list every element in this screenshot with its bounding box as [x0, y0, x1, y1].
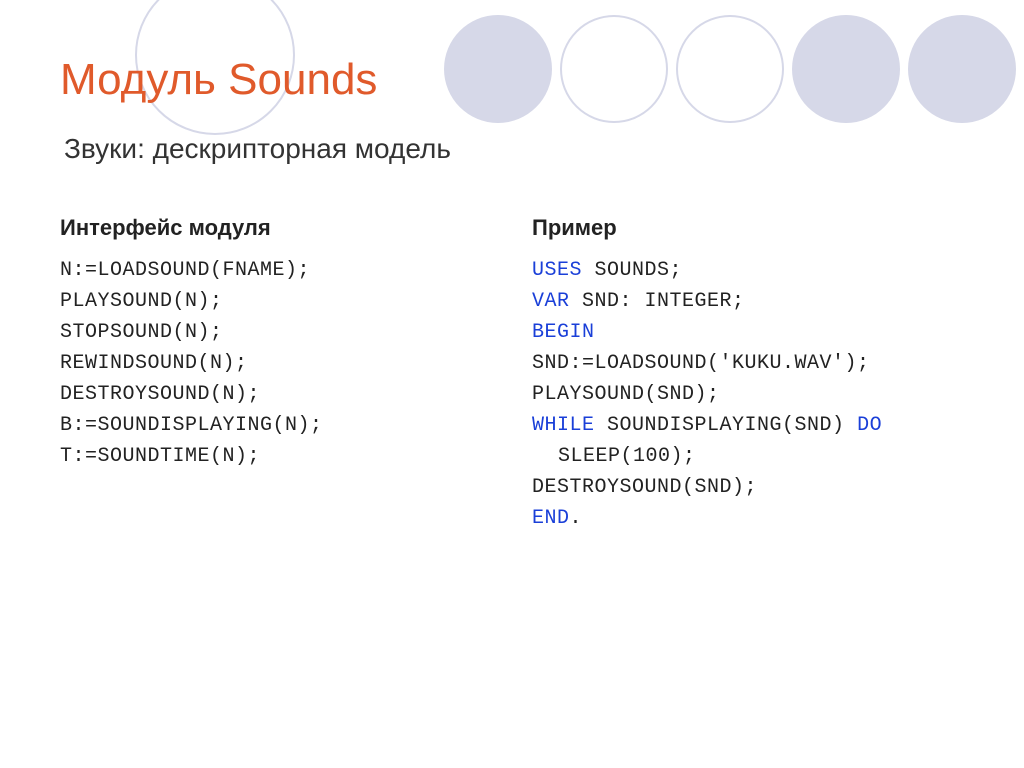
code-text: SOUNDS;	[582, 259, 682, 282]
code-line: B:=SOUNDISPLAYING(N);	[60, 410, 492, 441]
left-heading: Интерфейс модуля	[60, 215, 492, 241]
code-line: PLAYSOUND(SND);	[532, 379, 964, 410]
code-line: REWINDSOUND(N);	[60, 348, 492, 379]
code-line: BEGIN	[532, 317, 964, 348]
code-line: USES SOUNDS;	[532, 255, 964, 286]
keyword-do: DO	[857, 414, 882, 437]
slide-content: Модуль Sounds Звуки: дескрипторная модел…	[0, 0, 1024, 534]
code-line: END.	[532, 503, 964, 534]
code-text: SOUNDISPLAYING(SND)	[595, 414, 858, 437]
code-line: SLEEP(100);	[532, 441, 964, 472]
slide-subtitle: Звуки: дескрипторная модель	[64, 133, 964, 165]
code-line: WHILE SOUNDISPLAYING(SND) DO	[532, 410, 964, 441]
code-line: PLAYSOUND(N);	[60, 286, 492, 317]
example-code: USES SOUNDS; VAR SND: INTEGER; BEGIN SND…	[532, 255, 964, 534]
code-line: T:=SOUNDTIME(N);	[60, 441, 492, 472]
code-line: DESTROYSOUND(N);	[60, 379, 492, 410]
keyword-begin: BEGIN	[532, 321, 595, 344]
code-text: SND: INTEGER;	[570, 290, 745, 313]
code-line: SND:=LOADSOUND('KUKU.WAV');	[532, 348, 964, 379]
code-line: VAR SND: INTEGER;	[532, 286, 964, 317]
code-line: DESTROYSOUND(SND);	[532, 472, 964, 503]
keyword-uses: USES	[532, 259, 582, 282]
code-text: .	[570, 507, 583, 530]
code-line: STOPSOUND(N);	[60, 317, 492, 348]
code-line: N:=LOADSOUND(FNAME);	[60, 255, 492, 286]
right-column: Пример USES SOUNDS; VAR SND: INTEGER; BE…	[532, 215, 964, 534]
slide-title: Модуль Sounds	[60, 55, 964, 105]
keyword-var: VAR	[532, 290, 570, 313]
keyword-end: END	[532, 507, 570, 530]
columns: Интерфейс модуля N:=LOADSOUND(FNAME); PL…	[60, 215, 964, 534]
interface-code: N:=LOADSOUND(FNAME); PLAYSOUND(N); STOPS…	[60, 255, 492, 472]
keyword-while: WHILE	[532, 414, 595, 437]
right-heading: Пример	[532, 215, 964, 241]
left-column: Интерфейс модуля N:=LOADSOUND(FNAME); PL…	[60, 215, 492, 534]
